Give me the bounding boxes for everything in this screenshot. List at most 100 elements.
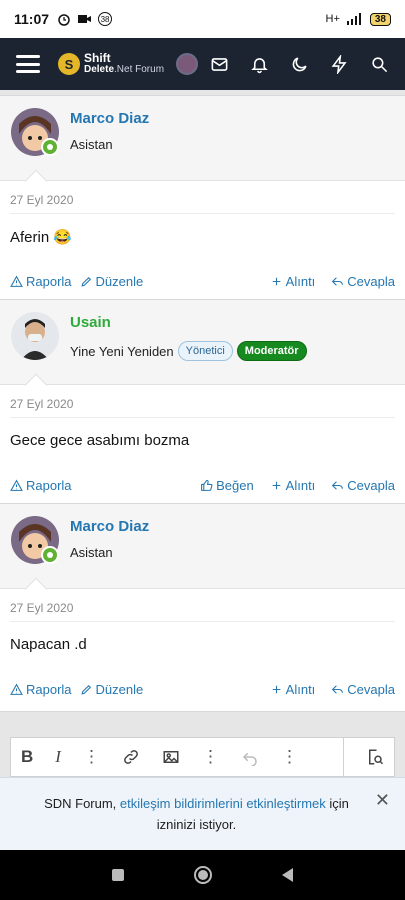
user-title: Asistan: [70, 137, 113, 152]
user-title: Asistan: [70, 545, 113, 560]
post-header: Marco Diaz Asistan: [0, 504, 405, 601]
reply-button[interactable]: Cevapla: [331, 682, 395, 697]
post-header: Usain Yine Yeni Yeniden Yönetici Moderat…: [0, 300, 405, 397]
logo-net: .Net: [114, 64, 133, 75]
reply-button[interactable]: Cevapla: [331, 478, 395, 493]
warning-icon: [10, 479, 23, 491]
reply-label: Cevapla: [347, 478, 395, 493]
preview-icon[interactable]: [366, 748, 384, 766]
post-actions: Raporla Düzenle Alıntı Cevapla: [10, 262, 395, 303]
link-icon[interactable]: [122, 748, 140, 766]
admin-badge: Yönetici: [177, 341, 233, 361]
pencil-icon: [80, 684, 91, 695]
lightning-icon[interactable]: [330, 54, 349, 74]
alarm-icon: [58, 14, 70, 26]
user-avatar[interactable]: [176, 53, 199, 75]
like-button[interactable]: Beğen: [200, 478, 254, 493]
user-title-text: Asistan: [70, 545, 113, 560]
undo-icon[interactable]: [241, 748, 259, 766]
enable-notifications-link[interactable]: etkileşim bildirimlerini etkinleştirmek: [120, 796, 326, 811]
image-icon[interactable]: [162, 748, 180, 766]
username[interactable]: Marco Diaz: [70, 518, 149, 535]
plus-icon: [272, 481, 280, 490]
back-button[interactable]: [282, 868, 293, 882]
notification-count-badge: 38: [98, 12, 113, 26]
reply-icon: [332, 481, 344, 490]
toolbar-divider: [343, 737, 344, 777]
post-3: Marco Diaz Asistan 27 Eyl 2020 Napacan .…: [0, 503, 405, 712]
post-actions: Raporla Beğen Alıntı Cevapla: [10, 466, 395, 507]
recent-apps-button[interactable]: [112, 869, 124, 881]
online-status-icon: [41, 138, 59, 156]
network-type: H+: [325, 13, 340, 25]
quote-button[interactable]: Alıntı: [270, 682, 316, 697]
signal-icon: [346, 13, 361, 25]
report-button[interactable]: Raporla: [10, 274, 72, 289]
report-button[interactable]: Raporla: [10, 478, 72, 493]
notice-prefix: SDN Forum,: [44, 796, 120, 811]
post-date[interactable]: 27 Eyl 2020: [10, 397, 395, 418]
post-1: Marco Diaz Asistan 27 Eyl 2020 Aferin 😂 …: [0, 95, 405, 304]
post-content: Napacan .d: [10, 636, 87, 653]
reply-label: Cevapla: [347, 682, 395, 697]
more-options-button[interactable]: ⋮: [281, 747, 298, 767]
reply-icon: [332, 685, 344, 694]
post-actions: Raporla Düzenle Alıntı Cevapla: [10, 670, 395, 711]
forum-navbar: S Shift Delete.Net Forum: [0, 38, 405, 90]
username[interactable]: Usain: [70, 314, 111, 331]
pencil-icon: [80, 276, 91, 287]
reply-icon: [332, 277, 344, 286]
post-content: Gece gece asabımı bozma: [10, 432, 190, 449]
post-content: Aferin 😂: [10, 229, 73, 246]
edit-label: Düzenle: [95, 274, 144, 289]
edit-button[interactable]: Düzenle: [80, 682, 144, 697]
more-text-options-button[interactable]: ⋮: [83, 747, 100, 767]
online-status-icon: [41, 546, 59, 564]
bold-button[interactable]: B: [21, 747, 33, 767]
warning-icon: [10, 275, 23, 287]
moon-icon[interactable]: [290, 55, 309, 74]
logo-forum: Forum: [132, 64, 165, 75]
reply-button[interactable]: Cevapla: [331, 274, 395, 289]
quote-button[interactable]: Alıntı: [270, 478, 316, 493]
status-bar: 11:07 38 H+ 38: [0, 0, 405, 38]
menu-icon[interactable]: [16, 55, 40, 73]
report-label: Raporla: [26, 682, 72, 697]
italic-button[interactable]: I: [55, 747, 61, 767]
android-navigation-bar: [0, 850, 405, 900]
video-icon: [78, 15, 92, 23]
plus-icon: [272, 685, 280, 694]
thumbs-up-icon: [201, 479, 213, 491]
quote-label: Alıntı: [285, 274, 316, 289]
post-date[interactable]: 27 Eyl 2020: [10, 601, 395, 622]
reply-label: Cevapla: [347, 274, 395, 289]
home-button[interactable]: [194, 866, 212, 884]
report-button[interactable]: Raporla: [10, 682, 72, 697]
user-title: Yine Yeni Yeniden Yönetici Moderatör: [70, 341, 307, 361]
post-2: Usain Yine Yeni Yeniden Yönetici Moderat…: [0, 299, 405, 508]
reply-editor-toolbar: B I ⋮ ⋮ ⋮: [10, 737, 395, 777]
username[interactable]: Marco Diaz: [70, 110, 149, 127]
edit-label: Düzenle: [95, 682, 144, 697]
more-insert-options-button[interactable]: ⋮: [202, 747, 219, 767]
quote-label: Alıntı: [285, 478, 316, 493]
close-icon[interactable]: ✕: [375, 790, 390, 811]
battery-indicator: 38: [369, 12, 391, 26]
post-header: Marco Diaz Asistan: [0, 96, 405, 193]
plus-icon: [272, 277, 280, 286]
mail-icon[interactable]: [210, 55, 229, 74]
avatar[interactable]: [11, 312, 59, 360]
bell-icon[interactable]: [250, 55, 269, 74]
notification-permission-notice: SDN Forum, etkileşim bildirimlerini etki…: [0, 777, 405, 850]
logo-line1: Shift: [84, 51, 111, 65]
edit-button[interactable]: Düzenle: [80, 274, 144, 289]
user-title-text: Asistan: [70, 137, 113, 152]
report-label: Raporla: [26, 478, 72, 493]
quote-label: Alıntı: [285, 682, 316, 697]
quote-button[interactable]: Alıntı: [270, 274, 316, 289]
search-icon[interactable]: [370, 55, 389, 74]
site-logo[interactable]: S Shift Delete.Net Forum: [58, 51, 165, 75]
user-title-text: Yine Yeni Yeniden: [70, 343, 174, 359]
post-date[interactable]: 27 Eyl 2020: [10, 193, 395, 214]
moderator-badge: Moderatör: [236, 341, 307, 361]
